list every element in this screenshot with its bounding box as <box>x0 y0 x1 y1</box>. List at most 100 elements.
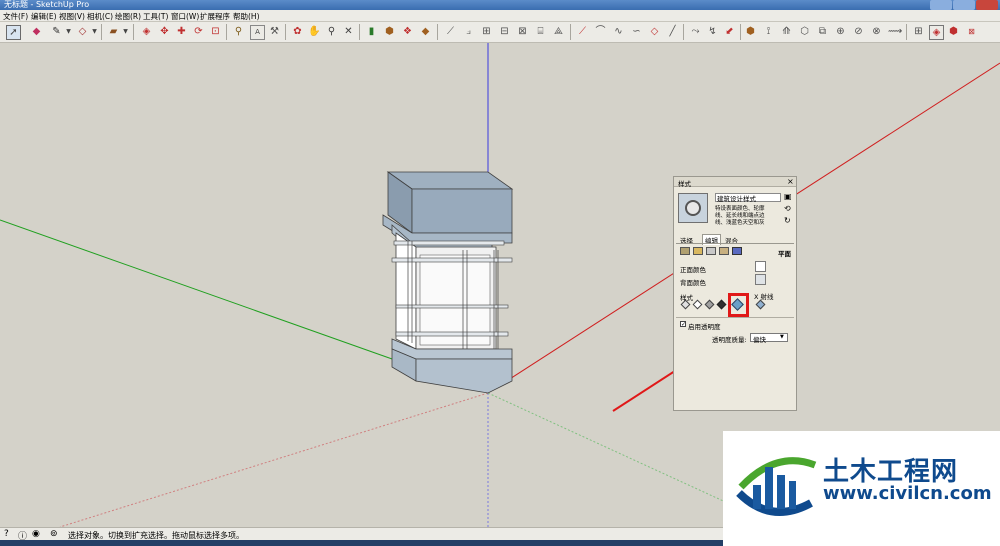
panel-close-button[interactable]: × <box>787 177 794 186</box>
follow-me-icon[interactable]: ⟳ <box>192 25 205 38</box>
plugin-icon[interactable]: ⧉ <box>816 25 829 38</box>
watermark: 土木工程网 www.civilcn.com <box>723 431 1000 546</box>
draw-tool-icon[interactable]: ╱ <box>666 25 679 38</box>
menu-window[interactable]: 窗口(W) <box>171 11 199 22</box>
background-settings-icon[interactable] <box>706 247 716 255</box>
eraser-tool-icon[interactable]: ◆ <box>30 25 43 38</box>
edit-tool-icon[interactable]: ↯ <box>706 25 719 38</box>
menu-extensions[interactable]: 扩展程序 <box>200 11 230 22</box>
sandbox-tool-icon[interactable]: ⟓ <box>462 25 475 38</box>
minimize-button[interactable] <box>930 0 952 10</box>
shaded-style-icon[interactable] <box>704 299 715 310</box>
dropdown-arrow-icon[interactable]: ▼ <box>62 25 75 38</box>
tab-divider <box>676 243 794 244</box>
offset-tool-icon[interactable]: ◇ <box>648 25 661 38</box>
toolbar-separator <box>683 24 684 40</box>
instructor-icon[interactable]: ⊚ <box>50 529 58 539</box>
toolbar-separator <box>101 24 102 40</box>
back-color-label: 背面颜色 <box>680 279 706 287</box>
menubar: 文件(F) 编辑(E) 视图(V) 相机(C) 绘图(R) 工具(T) 窗口(W… <box>0 10 1000 22</box>
rotate-tool-icon[interactable]: ✚ <box>175 25 188 38</box>
toolbar-separator <box>133 24 134 40</box>
plugin-icon[interactable]: ⟰ <box>780 25 793 38</box>
plugin-icon[interactable]: ⬢ <box>947 25 960 38</box>
zoom-icon[interactable]: ⚲ <box>325 25 338 38</box>
components-icon[interactable]: ❖ <box>401 25 414 38</box>
menu-edit[interactable]: 编辑(E) <box>31 11 57 22</box>
shaded-textures-style-icon[interactable] <box>716 299 727 310</box>
plugin-icon[interactable]: ⊕ <box>834 25 847 38</box>
edge-settings-icon[interactable] <box>680 247 690 255</box>
menu-camera[interactable]: 相机(C) <box>87 11 113 22</box>
sandbox-tool-icon[interactable]: ⊟ <box>498 25 511 38</box>
red-axis-negative <box>59 392 489 527</box>
menu-tools[interactable]: 工具(T) <box>143 11 168 22</box>
style-desc-line: 线、浅蓝色天空和灰 <box>715 220 765 226</box>
hidden-line-style-icon[interactable] <box>692 299 703 310</box>
move-tool-icon[interactable]: ✥ <box>158 25 171 38</box>
edit-tool-icon[interactable]: ⬋ <box>723 25 736 38</box>
watermark-url: www.civilcn.com <box>823 483 992 504</box>
sandbox-tool-icon[interactable]: ⟋ <box>444 25 457 38</box>
user-icon[interactable]: ◉ <box>32 529 40 539</box>
sandbox-tool-icon[interactable]: ⊠ <box>516 25 529 38</box>
share-model-icon[interactable]: ⬢ <box>383 25 396 38</box>
maximize-button[interactable] <box>953 0 975 10</box>
xray-style-icon[interactable] <box>755 299 766 310</box>
back-color-swatch[interactable] <box>755 274 766 285</box>
plugin-icon[interactable]: ⟟ <box>762 25 775 38</box>
transparency-quality-value: 偏快 <box>753 336 766 344</box>
style-thumbnail <box>678 193 708 223</box>
panel-header <box>674 177 796 187</box>
plugin-icon[interactable]: ⊞ <box>912 25 925 38</box>
extension-warehouse-icon[interactable]: ◆ <box>419 25 432 38</box>
chevron-down-icon: ▼ <box>780 334 784 340</box>
menu-view[interactable]: 视图(V) <box>59 11 85 22</box>
plugin-icon[interactable]: ⬡ <box>798 25 811 38</box>
paint-icon[interactable]: ⚒ <box>268 25 281 38</box>
sandbox-tool-icon[interactable]: ⌸ <box>534 25 547 38</box>
front-color-swatch[interactable] <box>755 261 766 272</box>
watermark-settings-icon[interactable] <box>719 247 729 255</box>
tape-measure-icon[interactable]: ⚲ <box>232 25 245 38</box>
pan-icon[interactable]: ✋ <box>308 25 321 38</box>
warehouse-icon[interactable]: ▮ <box>365 25 378 38</box>
menu-draw[interactable]: 绘图(R) <box>115 11 141 22</box>
styles-toggle-icon[interactable]: ◈ <box>929 25 944 40</box>
transparency-quality-select[interactable]: 偏快 ▼ <box>750 333 788 344</box>
select-tool-icon[interactable]: ➚ <box>6 25 21 40</box>
lock-icon[interactable]: ▣ <box>784 192 792 201</box>
plugin-icon[interactable]: ⟿ <box>888 25 902 38</box>
plugin-icon[interactable]: ⊘ <box>852 25 865 38</box>
help-icon[interactable]: ? <box>4 529 9 539</box>
plugin-icon[interactable]: ⊗ <box>870 25 883 38</box>
refresh-icon[interactable]: ↻ <box>784 216 791 225</box>
plugin-icon[interactable]: ⬢ <box>744 25 757 38</box>
modeling-settings-icon[interactable] <box>732 247 742 255</box>
arc-tool-icon[interactable]: ⌒ <box>594 25 607 38</box>
curve-tool-icon[interactable]: ∿ <box>612 25 625 38</box>
curve-tool-icon[interactable]: ∽ <box>630 25 643 38</box>
plugin-icon[interactable]: ⊠ <box>965 25 978 38</box>
view-label: 平面 <box>778 250 791 258</box>
sandbox-tool-icon[interactable]: ⊞ <box>480 25 493 38</box>
menu-help[interactable]: 帮助(H) <box>233 11 260 22</box>
building-model[interactable] <box>382 171 514 394</box>
toolbar-separator <box>740 24 741 40</box>
edit-tool-icon[interactable]: ⤳ <box>689 25 702 38</box>
scale-tool-icon[interactable]: ⊡ <box>209 25 222 38</box>
zoom-extents-icon[interactable]: ✕ <box>342 25 355 38</box>
styles-panel: 样式 × 建筑设计样式 特设表面颜色、轮廓 线、延长线和端点边 线、浅蓝色天空和… <box>673 176 797 411</box>
orbit-icon[interactable]: ✿ <box>291 25 304 38</box>
dropdown-arrow-icon[interactable]: ▼ <box>119 25 132 38</box>
face-settings-icon[interactable] <box>693 247 703 255</box>
sandbox-tool-icon[interactable]: ⟁ <box>552 25 565 38</box>
dropdown-arrow-icon[interactable]: ▼ <box>88 25 101 38</box>
update-style-icon[interactable]: ⟲ <box>784 204 791 213</box>
menu-file[interactable]: 文件(F) <box>3 11 28 22</box>
transparency-checkbox[interactable]: ✓ <box>680 321 686 328</box>
push-pull-icon[interactable]: ◈ <box>140 25 153 38</box>
close-window-button[interactable] <box>976 0 998 10</box>
line-tool-icon[interactable]: ⟋ <box>576 25 589 38</box>
text-tool-icon[interactable]: A <box>250 25 265 40</box>
